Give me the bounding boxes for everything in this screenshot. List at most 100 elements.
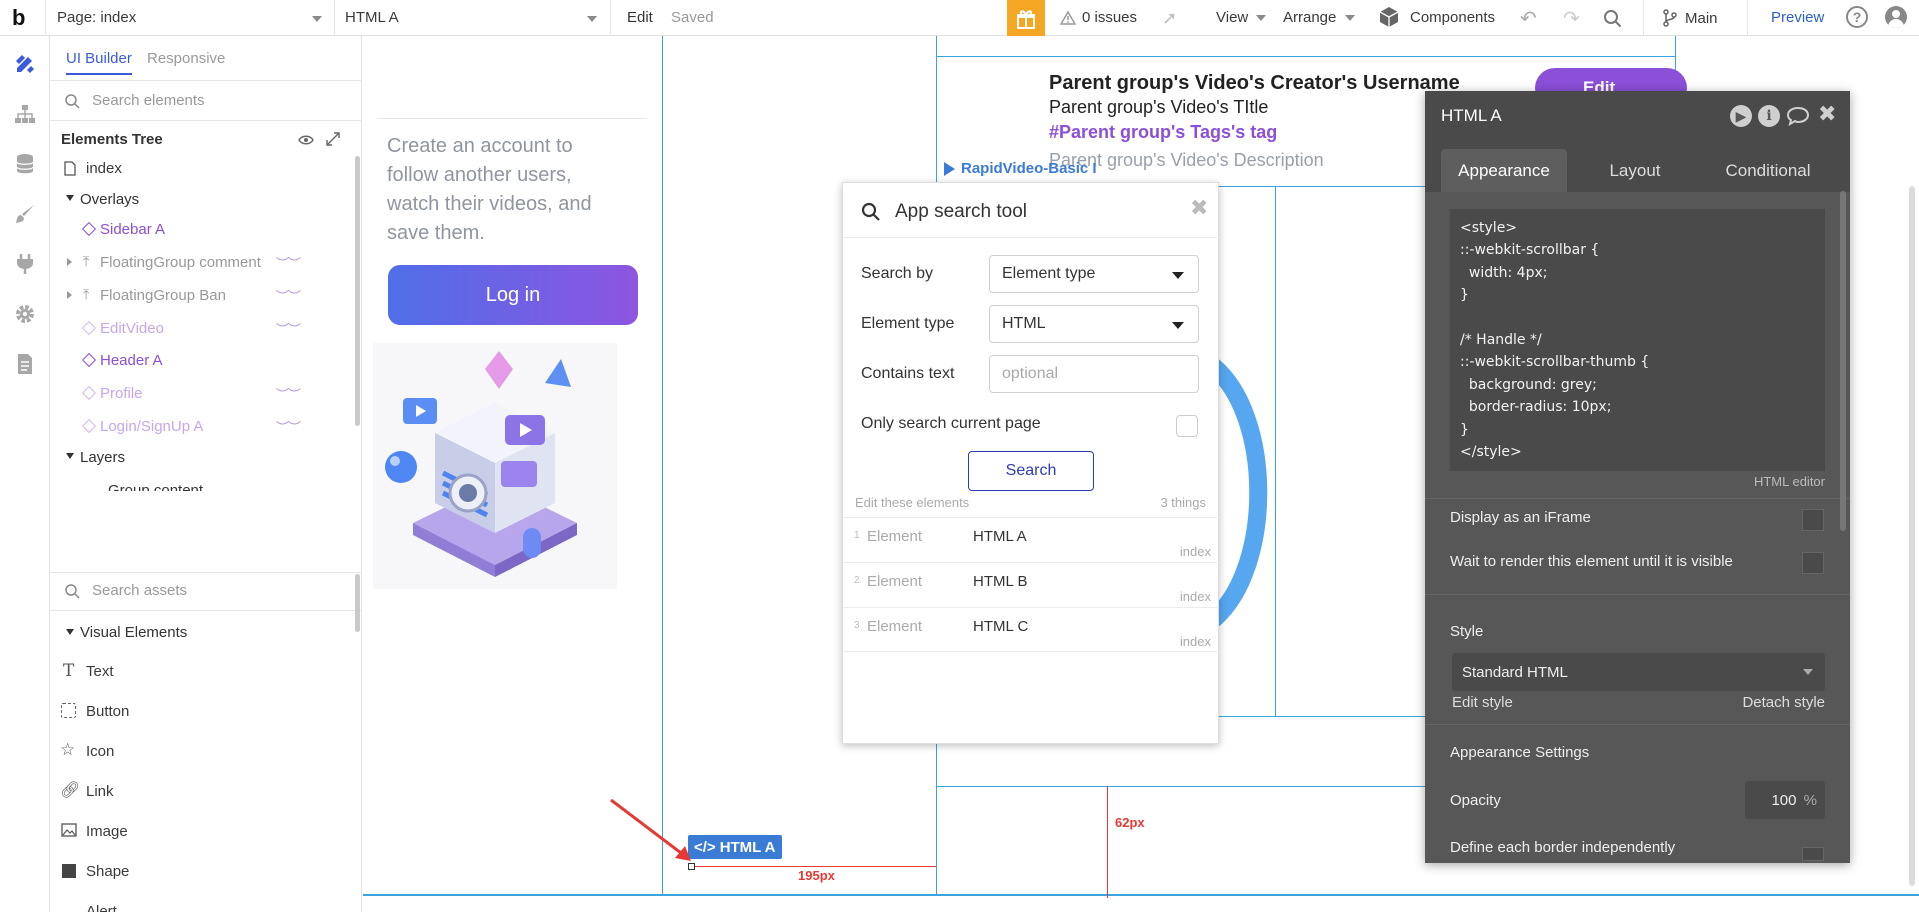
canvas-scrollbar[interactable] [1909,186,1915,886]
tree-item-overlays[interactable]: Overlays [50,182,340,216]
chevron-down-icon[interactable] [66,195,74,201]
logs-tab-icon[interactable] [13,352,37,376]
search-button[interactable] [1603,9,1622,32]
search-assets-placeholder: Search assets [92,582,188,599]
play-icon[interactable]: ▶ [1730,105,1752,127]
visual-elements-list: Visual Elements T Text Button ☆ Icon 🔗︎ … [50,616,350,912]
view-menu[interactable]: View [1216,9,1267,26]
hidden-eye-icon[interactable]: ︶︶ [276,253,301,272]
tree-item-login-signup-a[interactable]: Login/SignUp A ︶︶ [50,409,340,443]
account-avatar-icon[interactable] [1885,6,1907,28]
data-tab-icon[interactable] [13,152,37,176]
property-editor-scrollbar[interactable] [1840,191,1846,531]
close-icon[interactable]: ✖ [1190,195,1208,221]
warning-icon [1060,10,1076,25]
gear-icon [16,305,34,323]
undo-icon[interactable]: ↶ [1520,6,1537,31]
hidden-eye-icon[interactable]: ︶︶ [276,384,301,403]
result-row[interactable]: 3 Element HTML C index [843,607,1219,652]
visual-element-shape[interactable]: Shape [50,856,350,886]
only-current-page-checkbox[interactable] [1176,415,1198,437]
search-button[interactable]: Search [968,451,1094,491]
help-icon[interactable]: ? [1846,6,1868,28]
workflow-tab-icon[interactable] [13,102,37,126]
bubble-logo[interactable]: b [12,5,25,31]
design-tab-icon[interactable] [13,52,37,76]
brush-icon [16,205,34,223]
tab-appearance[interactable]: Appearance [1441,149,1567,192]
assets-scrollbar[interactable] [355,574,360,632]
arrange-menu[interactable]: Arrange [1283,9,1355,26]
tab-conditional[interactable]: Conditional [1703,149,1833,192]
styles-tab-icon[interactable] [13,202,37,226]
border-independent-checkbox[interactable] [1802,847,1824,861]
measure-vertical-line [1107,786,1108,898]
hidden-eye-icon[interactable]: ︶︶ [276,319,301,338]
edit-menu[interactable]: Edit [627,9,653,26]
opacity-label: Opacity [1450,792,1501,809]
search-elements-field[interactable]: Search elements [50,82,362,120]
iframe-checkbox[interactable] [1802,509,1824,531]
chevron-right-icon[interactable] [67,258,72,266]
chevron-right-icon[interactable] [67,291,72,299]
tree-item-floatinggroup-ban[interactable]: ⤒ FloatingGroup Ban ︶︶ [50,278,340,312]
tree-item-group-content[interactable]: Group content [50,469,340,491]
element-type-select[interactable]: HTML [989,305,1199,343]
page-select[interactable]: Page: index [57,9,322,29]
issues-button[interactable]: 0 issues [1060,9,1137,26]
chevron-down-icon[interactable] [66,453,74,459]
gift-button[interactable] [1007,0,1045,38]
visual-element-icon[interactable]: ☆ Icon [50,736,350,766]
redo-icon[interactable]: ↷ [1563,6,1580,31]
components-button[interactable]: Components [1378,6,1495,28]
hidden-eye-icon[interactable]: ︶︶ [276,286,301,305]
search-assets-field[interactable]: Search assets [50,573,362,609]
result-row[interactable]: 2 Element HTML B index [843,562,1219,607]
tree-item-index[interactable]: index [50,151,340,185]
search-by-select[interactable]: Element type [989,255,1199,293]
group-diamond-icon [81,221,97,237]
opacity-input[interactable]: 100 % [1745,781,1825,819]
tree-item-editvideo[interactable]: EditVideo ︶︶ [50,311,340,345]
comment-icon[interactable] [1786,106,1810,126]
edit-style-link[interactable]: Edit style [1452,694,1513,711]
tab-responsive[interactable]: Responsive [147,50,225,67]
settings-tab-icon[interactable] [13,302,37,326]
info-icon[interactable]: i [1758,105,1780,127]
result-kind: Element [867,528,923,545]
visual-element-text[interactable]: T Text [50,656,350,686]
tree-scrollbar[interactable] [355,156,360,426]
appearance-settings-title: Appearance Settings [1450,744,1590,761]
group-diamond-icon [81,352,97,368]
visual-element-image[interactable]: Image [50,816,350,846]
tree-item-sidebar-a[interactable]: Sidebar A [50,212,340,246]
detach-style-link[interactable]: Detach style [1742,694,1825,711]
login-button[interactable]: Log in [388,265,638,325]
close-icon[interactable]: ✖ [1818,101,1836,127]
eye-icon[interactable] [298,134,314,146]
visual-element-alert[interactable]: Alert [50,896,350,912]
tab-layout[interactable]: Layout [1572,149,1698,192]
result-row[interactable]: 1 Element HTML A index [843,517,1219,562]
preview-button[interactable]: Preview [1771,9,1824,26]
style-select[interactable]: Standard HTML [1452,653,1825,691]
rapidvideo-element-label[interactable]: RapidVideo-Basic I [944,160,1097,177]
html-editor-label: HTML editor [1753,474,1825,489]
tab-ui-builder[interactable]: UI Builder [66,50,132,75]
html-code-editor[interactable]: <style> ::-webkit-scrollbar { width: 4px… [1450,209,1825,471]
tree-item-floatinggroup-comment[interactable]: ⤒ FloatingGroup comment ︶︶ [50,245,340,279]
visual-element-button[interactable]: Button [50,696,350,726]
wait-render-checkbox[interactable] [1802,552,1824,574]
element-select[interactable]: HTML A [345,9,597,29]
expand-icon[interactable] [326,132,340,146]
chevron-down-icon[interactable] [66,629,74,635]
visual-element-link[interactable]: 🔗︎ Link [50,776,350,806]
branch-button[interactable]: Main [1663,9,1718,27]
inspect-cursor-icon[interactable]: ➚ [1162,8,1177,29]
tree-item-profile[interactable]: Profile ︶︶ [50,376,340,410]
tree-item-header-a[interactable]: Header A [50,343,340,377]
contains-text-input[interactable]: optional [989,355,1199,393]
border-independent-label: Define each border independently [1450,839,1676,856]
hidden-eye-icon[interactable]: ︶︶ [276,417,301,436]
plugins-tab-icon[interactable] [13,252,37,276]
